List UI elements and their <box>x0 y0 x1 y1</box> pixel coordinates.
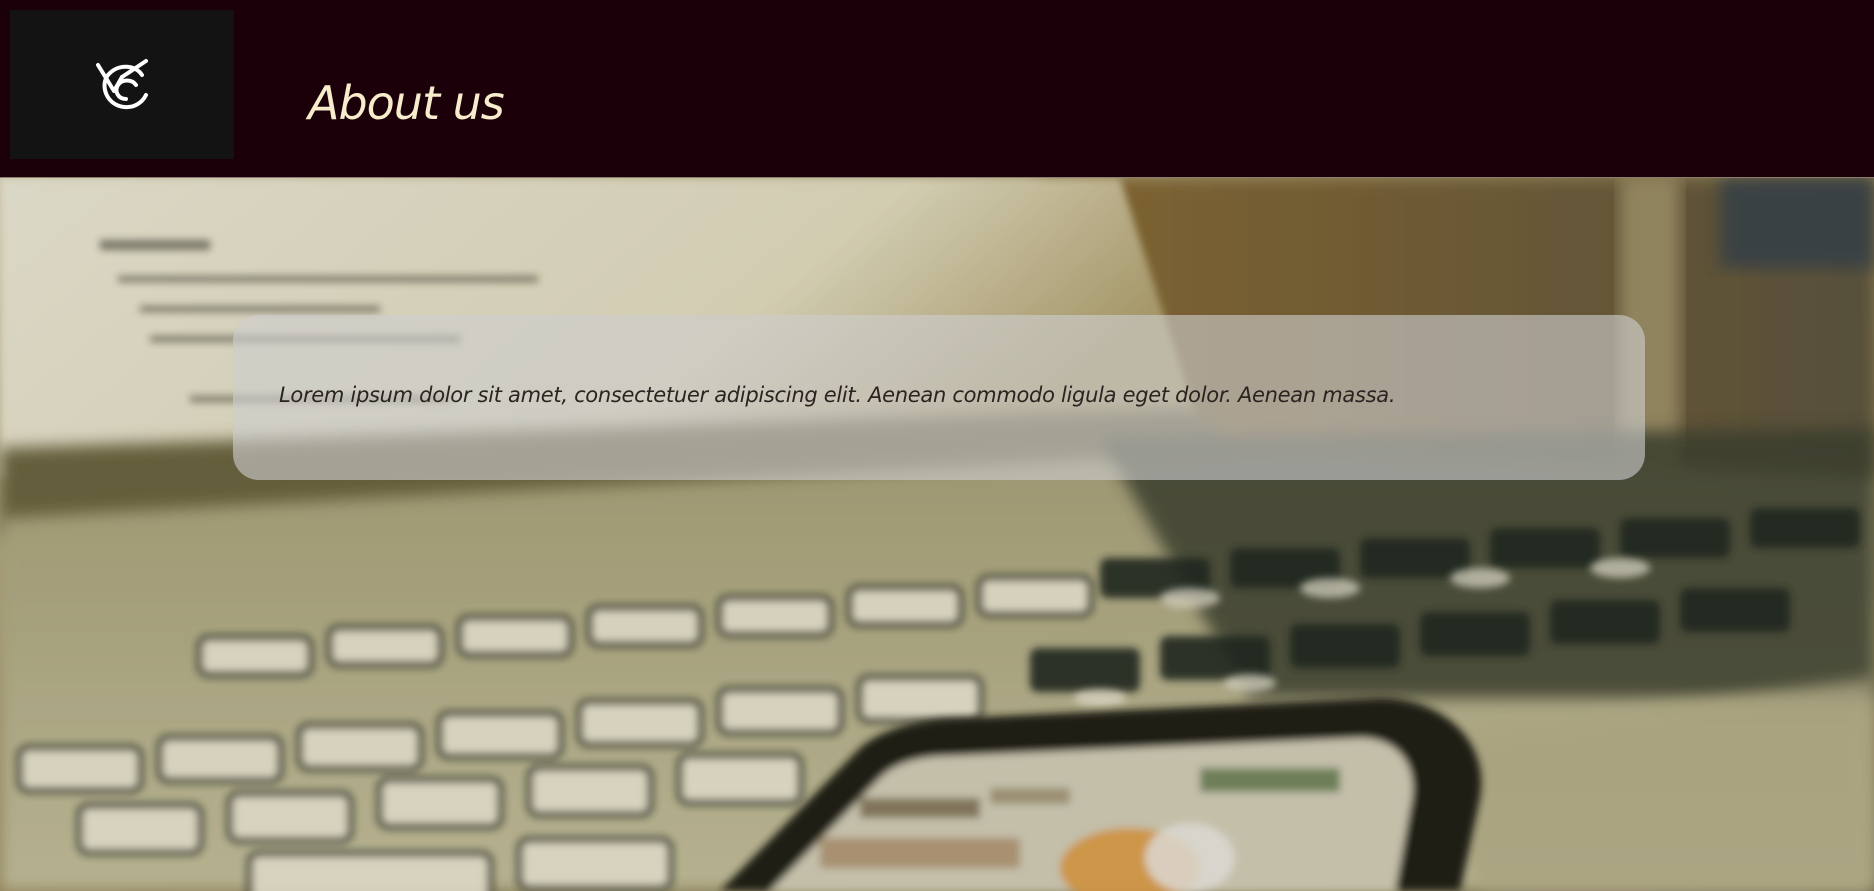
hero-background-photo <box>0 178 1874 891</box>
intro-card: Lorem ipsum dolor sit amet, consectetuer… <box>233 315 1645 480</box>
vc-monogram-logo-icon <box>96 58 148 109</box>
page-title: About us <box>308 76 505 130</box>
hero-section: Lorem ipsum dolor sit amet, consectetuer… <box>0 178 1874 891</box>
page: About us Lorem ipsum dolor sit amet, con… <box>0 0 1874 891</box>
intro-text: Lorem ipsum dolor sit amet, consectetuer… <box>279 383 1396 407</box>
site-header: About us <box>0 0 1874 178</box>
logo-link[interactable] <box>10 10 234 159</box>
